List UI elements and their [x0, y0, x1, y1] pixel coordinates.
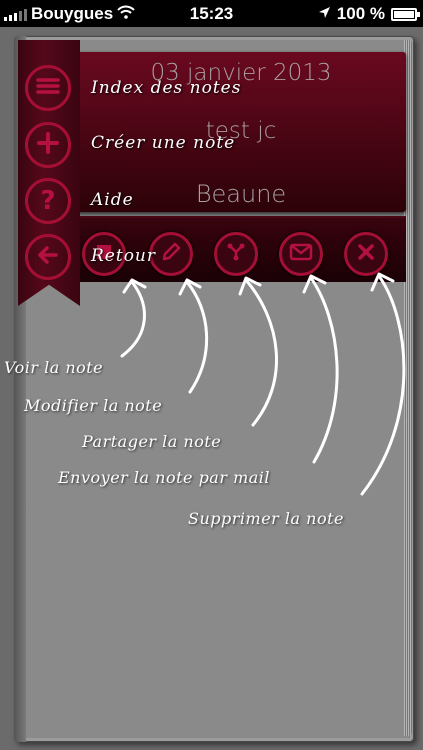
annotation-edit-note: Modifier la note [24, 396, 163, 415]
annotation-delete-note: Supprimer la note [188, 509, 344, 528]
arrow-share [238, 276, 278, 427]
arrow-view [120, 278, 147, 358]
arrow-mail [302, 274, 339, 464]
annotation-share-note: Partager la note [82, 432, 222, 451]
annotation-view-note: Voir la note [4, 358, 104, 377]
annotation-email-note: Envoyer la note par mail [58, 468, 271, 487]
arrow-delete [360, 272, 406, 496]
arrow-edit [178, 278, 208, 394]
